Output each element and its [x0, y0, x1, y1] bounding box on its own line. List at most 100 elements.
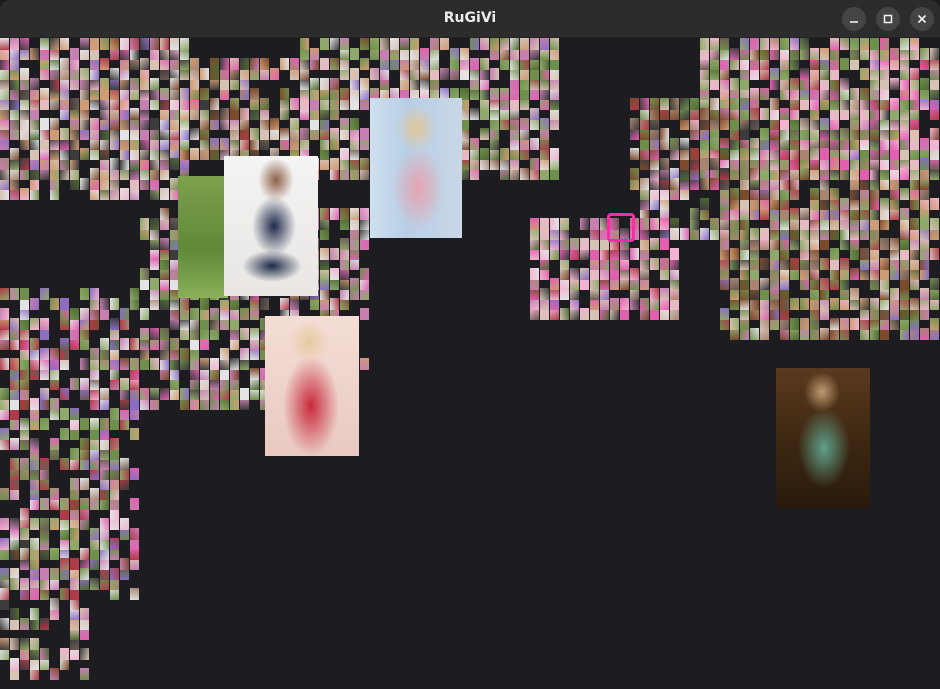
image-thumbnail[interactable]	[760, 228, 769, 240]
image-thumbnail[interactable]	[130, 498, 139, 510]
image-thumbnail[interactable]	[230, 358, 239, 370]
image-thumbnail[interactable]	[360, 78, 369, 90]
image-thumbnail[interactable]	[730, 78, 739, 90]
image-thumbnail[interactable]	[740, 98, 749, 110]
image-thumbnail[interactable]	[860, 298, 869, 310]
image-thumbnail[interactable]	[630, 248, 639, 260]
image-thumbnail[interactable]	[550, 218, 559, 230]
image-thumbnail[interactable]	[150, 358, 159, 370]
image-thumbnail[interactable]	[790, 258, 799, 270]
image-thumbnail[interactable]	[120, 378, 129, 390]
image-thumbnail[interactable]	[30, 318, 39, 330]
image-thumbnail[interactable]	[830, 38, 839, 50]
image-thumbnail[interactable]	[560, 308, 569, 320]
image-thumbnail[interactable]	[80, 288, 89, 300]
image-thumbnail[interactable]	[80, 148, 89, 160]
image-thumbnail[interactable]	[540, 38, 549, 50]
image-thumbnail[interactable]	[70, 448, 79, 460]
image-thumbnail[interactable]	[220, 138, 229, 150]
image-thumbnail[interactable]	[930, 318, 939, 330]
image-thumbnail[interactable]	[50, 668, 59, 680]
image-thumbnail[interactable]	[330, 268, 339, 280]
image-thumbnail[interactable]	[270, 118, 279, 130]
image-thumbnail[interactable]	[160, 328, 169, 340]
image-thumbnail[interactable]	[550, 278, 559, 290]
image-thumbnail[interactable]	[170, 338, 179, 350]
maximize-button[interactable]	[876, 7, 900, 31]
image-thumbnail[interactable]	[480, 38, 489, 50]
image-thumbnail[interactable]	[410, 38, 419, 50]
image-thumbnail[interactable]	[420, 48, 429, 60]
image-thumbnail[interactable]	[60, 58, 69, 70]
image-thumbnail[interactable]	[50, 568, 59, 580]
image-thumbnail[interactable]	[730, 318, 739, 330]
image-thumbnail[interactable]	[860, 158, 869, 170]
image-thumbnail[interactable]	[120, 338, 129, 350]
image-thumbnail[interactable]	[110, 158, 119, 170]
image-thumbnail[interactable]	[730, 248, 739, 260]
image-thumbnail[interactable]	[750, 328, 759, 340]
image-thumbnail[interactable]	[40, 648, 49, 660]
image-thumbnail[interactable]	[520, 38, 529, 50]
image-thumbnail[interactable]	[670, 248, 679, 260]
image-thumbnail[interactable]	[370, 68, 379, 80]
image-thumbnail[interactable]	[110, 38, 119, 50]
image-thumbnail[interactable]	[490, 88, 499, 100]
image-thumbnail[interactable]	[220, 58, 229, 70]
image-thumbnail[interactable]	[800, 168, 809, 180]
image-thumbnail[interactable]	[820, 278, 829, 290]
image-thumbnail[interactable]	[470, 138, 479, 150]
image-thumbnail[interactable]	[890, 98, 899, 110]
image-thumbnail[interactable]	[20, 68, 29, 80]
image-thumbnail[interactable]	[810, 48, 819, 60]
image-thumbnail[interactable]	[10, 38, 19, 50]
image-thumbnail[interactable]	[500, 38, 509, 50]
image-thumbnail[interactable]	[780, 38, 789, 50]
image-thumbnail[interactable]	[120, 518, 129, 530]
image-thumbnail[interactable]	[910, 298, 919, 310]
image-thumbnail[interactable]	[640, 98, 649, 110]
image-thumbnail[interactable]	[480, 128, 489, 140]
image-thumbnail[interactable]	[900, 168, 909, 180]
image-thumbnail[interactable]	[290, 118, 299, 130]
image-thumbnail[interactable]	[250, 128, 259, 140]
image-thumbnail[interactable]	[530, 38, 539, 50]
image-thumbnail[interactable]	[850, 268, 859, 280]
image-thumbnail[interactable]	[400, 38, 409, 50]
image-thumbnail[interactable]	[340, 238, 349, 250]
image-thumbnail[interactable]	[40, 518, 49, 530]
image-thumbnail[interactable]	[10, 288, 19, 300]
image-thumbnail[interactable]	[10, 358, 19, 370]
image-thumbnail[interactable]	[200, 358, 209, 370]
image-thumbnail[interactable]	[80, 548, 89, 560]
image-thumbnail[interactable]	[820, 328, 829, 340]
image-thumbnail[interactable]	[830, 188, 839, 200]
image-thumbnail[interactable]	[60, 558, 69, 570]
image-thumbnail[interactable]	[620, 298, 629, 310]
image-thumbnail[interactable]	[580, 268, 589, 280]
image-thumbnail[interactable]	[550, 38, 559, 50]
image-thumbnail[interactable]	[190, 148, 199, 160]
image-thumbnail[interactable]	[50, 488, 59, 500]
image-thumbnail[interactable]	[10, 148, 19, 160]
image-thumbnail[interactable]	[160, 38, 169, 50]
image-thumbnail[interactable]	[120, 458, 129, 470]
image-preview[interactable]	[370, 98, 462, 238]
image-thumbnail[interactable]	[180, 88, 189, 100]
image-thumbnail[interactable]	[770, 68, 779, 80]
image-preview[interactable]	[178, 176, 228, 298]
image-thumbnail[interactable]	[50, 598, 59, 610]
image-thumbnail[interactable]	[290, 98, 299, 110]
image-thumbnail[interactable]	[850, 88, 859, 100]
image-thumbnail[interactable]	[70, 528, 79, 540]
image-thumbnail[interactable]	[790, 208, 799, 220]
image-thumbnail[interactable]	[480, 148, 489, 160]
image-thumbnail[interactable]	[10, 518, 19, 530]
image-thumbnail[interactable]	[810, 188, 819, 200]
image-thumbnail[interactable]	[190, 128, 199, 140]
image-thumbnail[interactable]	[830, 248, 839, 260]
image-thumbnail[interactable]	[590, 218, 599, 230]
image-thumbnail[interactable]	[350, 118, 359, 130]
image-thumbnail[interactable]	[930, 198, 939, 210]
image-thumbnail[interactable]	[840, 128, 849, 140]
